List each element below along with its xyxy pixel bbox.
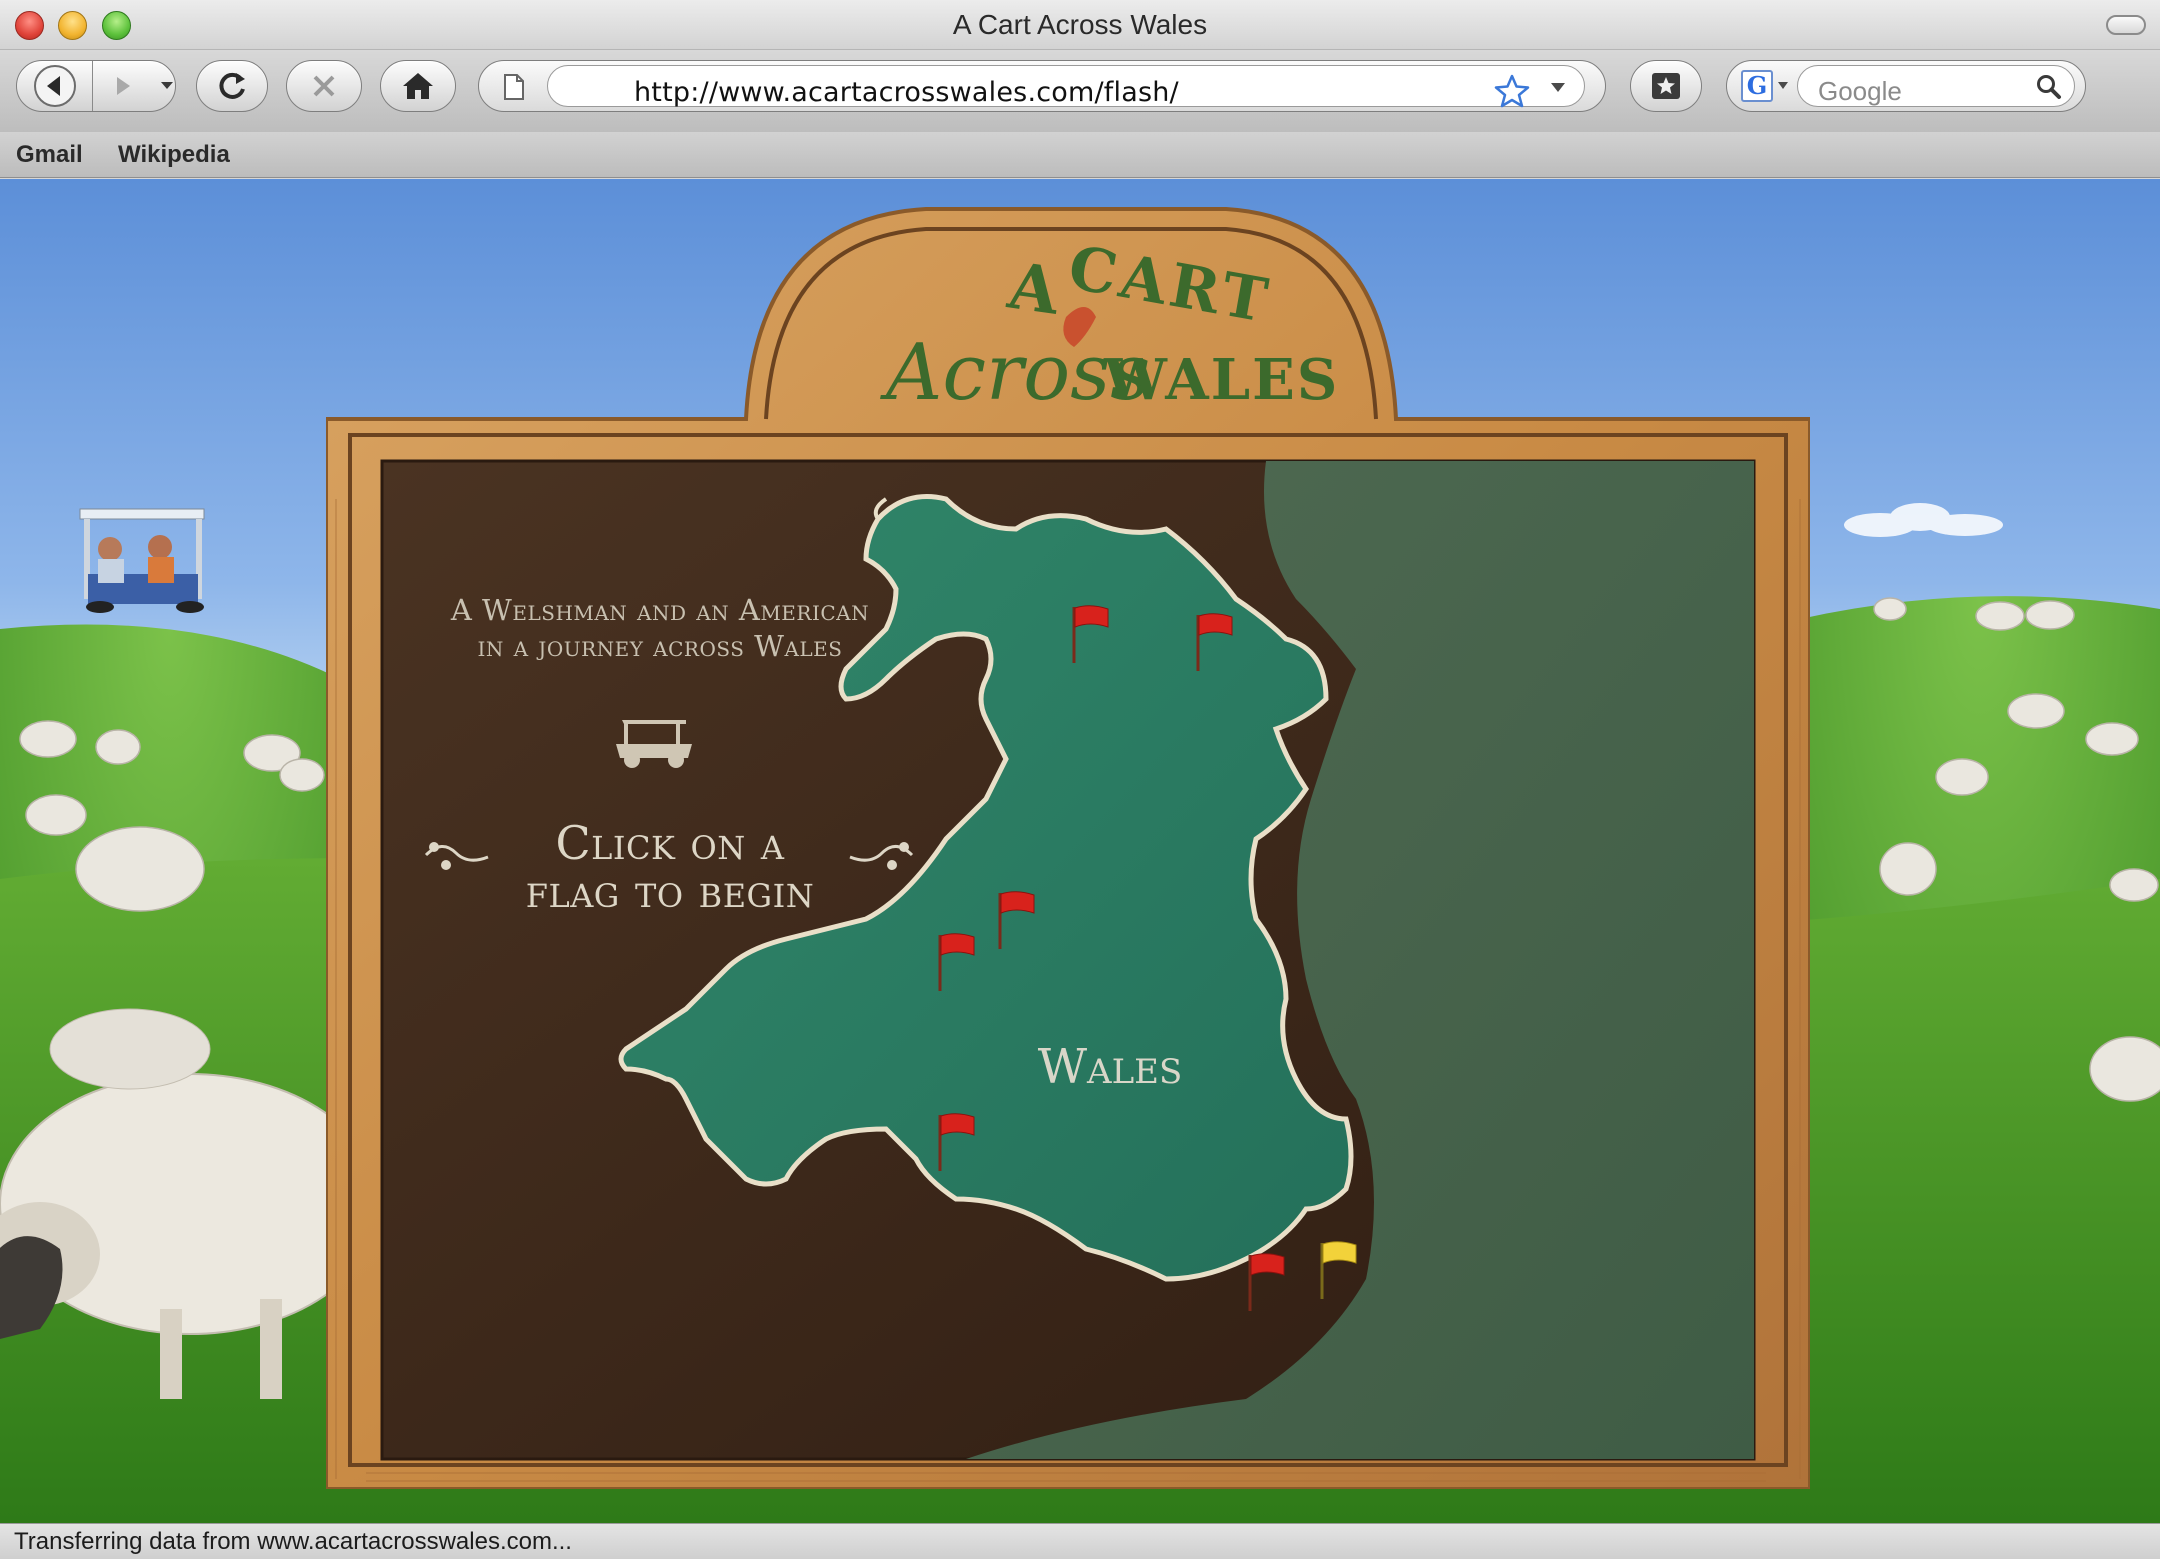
- browser-toolbar: http://www.acartacrosswales.com/flash/ G…: [0, 50, 2160, 132]
- flag-south-west[interactable]: [936, 1111, 980, 1173]
- star-icon[interactable]: [1494, 74, 1530, 108]
- reload-button[interactable]: [196, 60, 268, 112]
- home-icon: [403, 73, 433, 99]
- flag-mid-coast-2[interactable]: [936, 931, 980, 993]
- flash-content: A CART Across WALES A Welshman and an Am…: [0, 179, 2160, 1523]
- chevron-down-icon[interactable]: [1777, 81, 1789, 90]
- search-bar: G Google: [1726, 60, 2086, 112]
- start-prompt-line-2: flag to begin: [525, 864, 815, 918]
- address-bar: http://www.acartacrosswales.com/flash/: [478, 60, 1606, 112]
- search-icon[interactable]: [2036, 74, 2062, 100]
- svg-text:WALES: WALES: [1103, 347, 1339, 413]
- history-menu-button[interactable]: [157, 61, 177, 111]
- golf-cart-icon: [616, 720, 692, 768]
- forward-button[interactable]: [93, 61, 153, 111]
- flag-cardiff-yellow[interactable]: [1318, 1239, 1362, 1301]
- toolbar-toggle-button[interactable]: [2106, 15, 2146, 35]
- forward-arrow-icon: [117, 77, 130, 95]
- tagline-line-1: A Welshman and an American: [450, 593, 870, 627]
- bookmarks-bar: Gmail Wikipedia: [0, 132, 2160, 178]
- bookmark-icon: [1652, 73, 1680, 99]
- start-prompt-line-1: Click on a: [555, 816, 785, 870]
- chevron-down-icon[interactable]: [1550, 82, 1566, 94]
- start-prompt: Click on a flag to begin: [440, 819, 900, 915]
- url-input[interactable]: http://www.acartacrosswales.com/flash/: [547, 65, 1585, 108]
- bookmark-wikipedia[interactable]: Wikipedia: [118, 141, 230, 169]
- url-text[interactable]: http://www.acartacrosswales.com/flash/: [634, 77, 1179, 108]
- status-text: Transferring data from www.acartacrosswa…: [14, 1528, 572, 1555]
- back-arrow-icon: [33, 65, 76, 107]
- clouds: [1844, 503, 2003, 537]
- close-icon: [313, 75, 335, 97]
- status-bar: Transferring data from www.acartacrosswa…: [0, 1523, 2160, 1559]
- tagline-line-2: in a journey across Wales: [477, 629, 843, 663]
- window-title: A Cart Across Wales: [952, 9, 1208, 40]
- page-icon: [504, 74, 524, 100]
- wales-label: Wales: [1037, 1039, 1183, 1095]
- tagline: A Welshman and an American in a journey …: [400, 592, 920, 664]
- flag-south-east[interactable]: [1246, 1251, 1290, 1313]
- title-bar: A Cart Across Wales: [0, 0, 2160, 50]
- reload-icon: [219, 72, 245, 99]
- flag-north-east[interactable]: [1194, 611, 1238, 673]
- add-bookmark-button[interactable]: [1630, 60, 1702, 112]
- golf-cart-photo: [79, 508, 205, 613]
- back-button[interactable]: [17, 61, 92, 111]
- home-button[interactable]: [380, 60, 456, 112]
- flag-mid-coast-1[interactable]: [996, 889, 1040, 951]
- search-input[interactable]: Google: [1797, 65, 2075, 107]
- google-icon[interactable]: G: [1741, 70, 1773, 102]
- flag-north-west[interactable]: [1070, 603, 1114, 665]
- search-placeholder: Google: [1818, 76, 1902, 106]
- bookmark-gmail[interactable]: Gmail: [16, 141, 83, 169]
- chevron-down-icon: [161, 82, 173, 89]
- stop-button[interactable]: [286, 60, 362, 112]
- navigation-buttons: [16, 60, 176, 112]
